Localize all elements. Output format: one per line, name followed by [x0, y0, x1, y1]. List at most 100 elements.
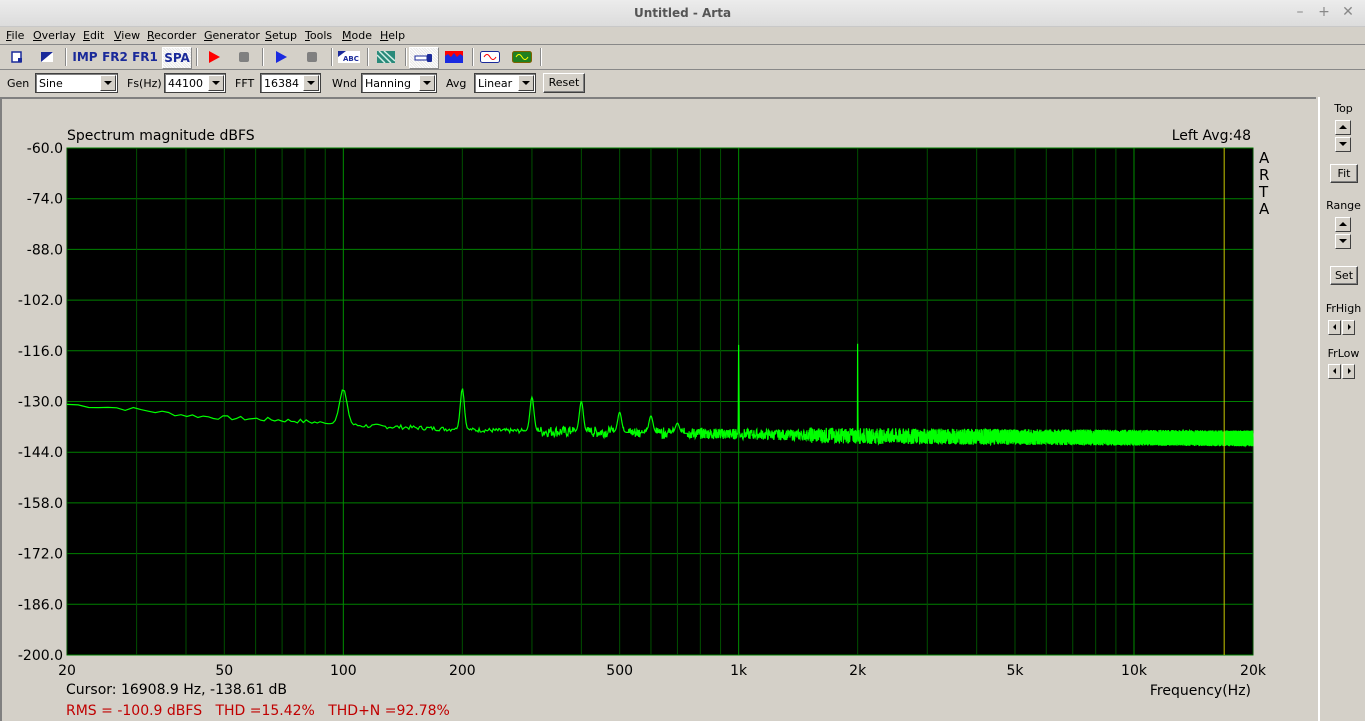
- fr1-mode-button[interactable]: FR1: [132, 47, 158, 67]
- watermark-letter: A: [1259, 200, 1270, 218]
- channel-info: Left Avg:48: [1172, 128, 1251, 144]
- watermark-letter: A: [1259, 149, 1270, 167]
- wnd-select[interactable]: Hanning: [361, 73, 437, 93]
- gen-label: Gen: [7, 77, 30, 90]
- frlow-label: FrLow: [1327, 347, 1360, 360]
- fs-select[interactable]: 44100: [164, 73, 226, 93]
- frlow-left-button[interactable]: [1328, 364, 1341, 379]
- fr2-mode-button[interactable]: FR2: [102, 47, 128, 67]
- x-tick-label: 500: [606, 663, 633, 679]
- cursor-readout: Cursor: 16908.9 Hz, -138.61 dB: [66, 682, 288, 698]
- play-red-icon: [209, 51, 220, 63]
- top-down-button[interactable]: [1335, 137, 1351, 152]
- probe-button[interactable]: [409, 47, 439, 69]
- generator-play-button[interactable]: [270, 47, 292, 67]
- menu-bar: File Overlay Edit View Recorder Generato…: [0, 26, 1365, 45]
- reset-button[interactable]: Reset: [543, 73, 585, 93]
- wnd-value: Hanning: [365, 77, 411, 90]
- y-tick-label: -172.0: [18, 547, 63, 563]
- graph-panel: Spectrum magnitude dBFS Left Avg:48 -60.…: [0, 97, 1316, 721]
- menu-view[interactable]: View: [114, 29, 140, 42]
- toolbar-separator: [65, 48, 67, 66]
- record-stop-button[interactable]: [233, 47, 255, 67]
- fs-value: 44100: [168, 77, 203, 90]
- top-up-button[interactable]: [1335, 120, 1351, 135]
- probe-icon: [414, 54, 432, 62]
- scope-button[interactable]: [510, 47, 534, 67]
- fft-label: FFT: [235, 77, 255, 90]
- fft-select[interactable]: 16384: [260, 73, 321, 93]
- menu-edit[interactable]: Edit: [83, 29, 104, 42]
- toolbar-separator: [405, 48, 407, 66]
- frlow-right-button[interactable]: [1342, 364, 1355, 379]
- x-tick-label: 20k: [1240, 663, 1267, 679]
- avg-value: Linear: [478, 77, 513, 90]
- window-title: Untitled - Arta: [633, 6, 732, 20]
- new-file-button[interactable]: [6, 47, 28, 67]
- menu-overlay[interactable]: Overlay: [33, 29, 76, 42]
- set-button[interactable]: Set: [1330, 266, 1358, 285]
- x-tick-label: 200: [449, 663, 476, 679]
- y-tick-label: -130.0: [18, 395, 63, 411]
- y-tick-label: -200.0: [18, 648, 63, 664]
- x-tick-label: 5k: [1006, 663, 1024, 679]
- menu-mode[interactable]: Mode: [342, 29, 372, 42]
- x-tick-label: 2k: [849, 663, 867, 679]
- range-label: Range: [1326, 199, 1361, 212]
- arta-watermark: ARTA: [1258, 149, 1270, 218]
- spectrum-chart[interactable]: Spectrum magnitude dBFS Left Avg:48 -60.…: [2, 99, 1316, 721]
- new-file-icon: [11, 51, 22, 63]
- hatch-icon: [377, 51, 395, 63]
- frhigh-left-button[interactable]: [1328, 320, 1341, 335]
- generator-stop-button[interactable]: [301, 47, 323, 67]
- frhigh-right-button[interactable]: [1342, 320, 1355, 335]
- gen-select[interactable]: Sine: [35, 73, 118, 93]
- menu-tools[interactable]: Tools: [305, 29, 332, 42]
- menu-recorder[interactable]: Recorder: [147, 29, 196, 42]
- signal-button[interactable]: [478, 47, 502, 67]
- y-tick-label: -158.0: [18, 496, 63, 512]
- chevron-down-icon[interactable]: [208, 75, 224, 91]
- frhigh-label: FrHigh: [1325, 302, 1362, 315]
- toolbar-separator: [262, 48, 264, 66]
- toolbar-separator: [472, 48, 474, 66]
- wnd-label: Wnd: [332, 77, 357, 90]
- menu-generator[interactable]: Generator: [204, 29, 260, 42]
- y-tick-label: -186.0: [18, 597, 63, 613]
- toolbar-separator: [196, 48, 198, 66]
- overlay-icon: [41, 52, 53, 62]
- chevron-down-icon[interactable]: [100, 75, 116, 91]
- fft-value: 16384: [264, 77, 299, 90]
- abc-button[interactable]: ABC: [337, 47, 361, 67]
- overlay-button[interactable]: [36, 47, 58, 67]
- avg-select[interactable]: Linear: [474, 73, 536, 93]
- abc-icon: ABC: [338, 51, 360, 63]
- spectrum-icon: [445, 51, 463, 63]
- range-up-button[interactable]: [1335, 217, 1351, 232]
- imp-mode-button[interactable]: IMP: [72, 47, 98, 67]
- y-axis-ticks: -60.0 -74.0 -88.0 -102.0 -116.0 -130.0 -144.0 -…: [18, 141, 63, 664]
- spectrum-view-button[interactable]: [443, 47, 465, 67]
- chevron-down-icon[interactable]: [419, 75, 435, 91]
- chevron-down-icon[interactable]: [518, 75, 534, 91]
- x-axis-label: Frequency(Hz): [1150, 683, 1251, 699]
- calibrate-button[interactable]: [374, 47, 398, 67]
- x-tick-label: 10k: [1121, 663, 1148, 679]
- x-tick-label: 1k: [730, 663, 748, 679]
- minimize-button[interactable]: –: [1292, 4, 1308, 20]
- fit-button[interactable]: Fit: [1330, 164, 1358, 183]
- toolbar-separator: [367, 48, 369, 66]
- chevron-down-icon[interactable]: [303, 75, 319, 91]
- spa-mode-button[interactable]: SPA: [162, 47, 192, 69]
- close-button[interactable]: ✕: [1340, 4, 1356, 20]
- side-panel: Top Fit Range Set FrHigh FrLow: [1318, 97, 1365, 721]
- range-down-button[interactable]: [1335, 234, 1351, 249]
- record-play-button[interactable]: [203, 47, 225, 67]
- toolbar: IMP FR2 FR1 SPA ABC: [0, 45, 1365, 70]
- watermark-letter: R: [1259, 166, 1269, 184]
- menu-file[interactable]: File: [6, 29, 24, 42]
- menu-help[interactable]: Help: [380, 29, 405, 42]
- menu-setup[interactable]: Setup: [265, 29, 297, 42]
- maximize-button[interactable]: +: [1316, 4, 1332, 20]
- svg-text:ABC: ABC: [343, 55, 359, 63]
